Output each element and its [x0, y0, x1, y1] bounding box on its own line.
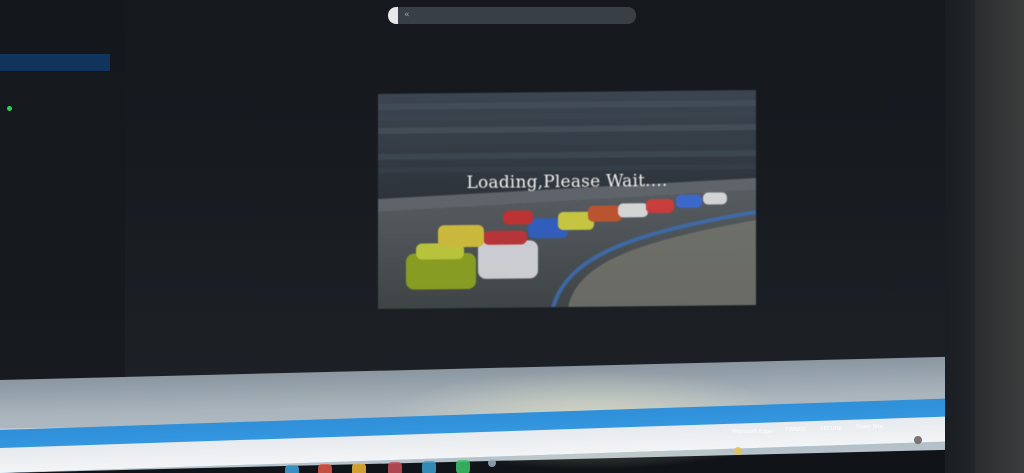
whatsapp-icon[interactable]	[456, 460, 470, 473]
rewind-icon: «	[404, 10, 410, 20]
tray-item[interactable]: Open Site	[856, 424, 883, 430]
store-icon[interactable]	[422, 461, 436, 473]
tray-item[interactable]: Microsoft Edge	[732, 429, 773, 435]
app-window: « Loading,Please Wait....	[0, 0, 975, 382]
files-icon[interactable]	[352, 463, 366, 473]
search-icon[interactable]	[285, 465, 299, 473]
edge-icon[interactable]	[318, 464, 332, 473]
loading-message: Loading,Please Wait....	[466, 170, 668, 194]
tray-lightbulb-icon[interactable]	[734, 447, 742, 455]
monitor-edge	[975, 0, 1024, 473]
tray-item[interactable]: SECURE	[820, 426, 842, 432]
user-avatar-icon[interactable]	[914, 436, 922, 444]
sidebar	[0, 0, 125, 382]
tray-item[interactable]: PWNED	[785, 427, 806, 433]
video-player[interactable]: Loading,Please Wait....	[378, 90, 756, 309]
photo-of-monitor: « Loading,Please Wait.... Microsoft Edge…	[0, 0, 1024, 473]
app-icon[interactable]	[488, 459, 496, 467]
sidebar-selected-item[interactable]	[0, 54, 110, 71]
chrome-icon[interactable]	[388, 462, 402, 473]
loading-progress-bar[interactable]: «	[388, 7, 636, 24]
race-thumbnail-image	[378, 90, 756, 309]
progress-fill	[388, 7, 398, 24]
online-status-icon	[7, 106, 12, 111]
